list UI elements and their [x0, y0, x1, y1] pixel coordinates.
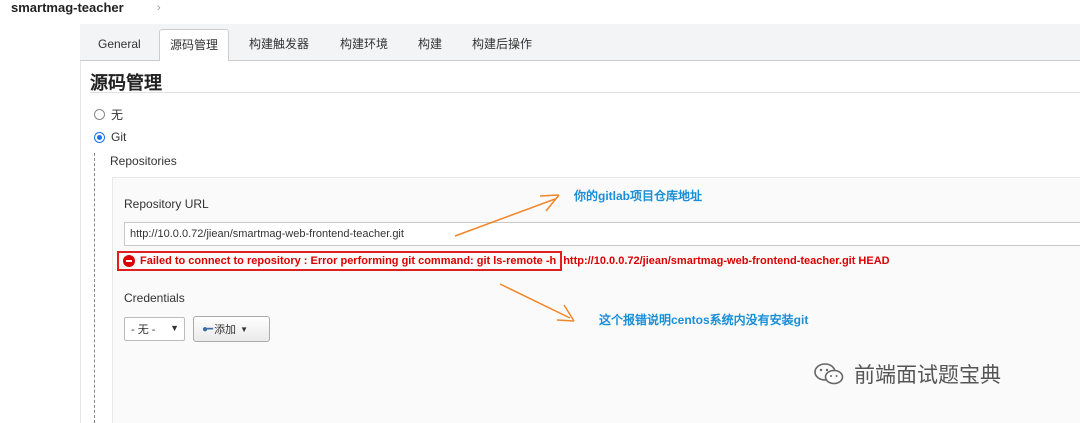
- chevron-down-icon: ▼: [170, 323, 179, 333]
- annotation-gitlab-url: 你的gitlab项目仓库地址: [574, 189, 702, 203]
- tab-general[interactable]: General: [88, 31, 151, 61]
- wechat-icon: [814, 363, 844, 385]
- annotation-error-explanation: 这个报错说明centos系统内没有安装git: [599, 313, 809, 327]
- repository-error-message: Failed to connect to repository : Error …: [117, 251, 890, 271]
- top-breadcrumb-bar: smartmag-teacher ›: [0, 0, 1080, 20]
- error-highlight-box: Failed to connect to repository : Error …: [117, 251, 563, 271]
- repository-url-label: Repository URL: [124, 197, 209, 211]
- watermark: 前端面试题宝典: [813, 359, 1001, 389]
- scm-option-git[interactable]: Git: [94, 130, 126, 144]
- radio-none[interactable]: [94, 109, 105, 120]
- add-credentials-button[interactable]: ●━ 添加 ▼: [193, 316, 270, 342]
- section-divider: [90, 92, 1080, 93]
- tab-build-environment[interactable]: 构建环境: [330, 31, 398, 61]
- error-text: Failed to connect to repository : Error …: [140, 255, 557, 267]
- credentials-select[interactable]: - 无 - ▼: [124, 317, 185, 341]
- tab-source-code-management[interactable]: 源码管理: [159, 29, 230, 62]
- project-name-link[interactable]: smartmag-teacher: [11, 0, 124, 15]
- radio-git-label: Git: [111, 130, 127, 144]
- caret-down-icon: ▼: [240, 324, 248, 334]
- add-credentials-label: 添加: [214, 324, 237, 336]
- radio-none-label: 无: [111, 108, 124, 122]
- scm-option-none[interactable]: 无: [94, 106, 123, 123]
- tab-build[interactable]: 构建: [408, 31, 452, 61]
- config-tab-bar: General 源码管理 构建触发器 构建环境 构建 构建后操作: [80, 24, 1080, 62]
- repository-url-input[interactable]: http://10.0.0.72/jiean/smartmag-web-fron…: [124, 222, 1080, 246]
- error-icon: [123, 255, 135, 267]
- error-url: http://10.0.0.72/jiean/smartmag-web-fron…: [563, 255, 890, 267]
- repositories-label: Repositories: [110, 154, 177, 168]
- tab-build-triggers[interactable]: 构建触发器: [239, 31, 319, 61]
- credentials-selected-value: - 无 -: [131, 324, 156, 336]
- radio-git[interactable]: [94, 131, 105, 143]
- breadcrumb-chevron-icon[interactable]: ›: [157, 2, 161, 14]
- key-icon: ●━: [202, 323, 213, 335]
- credentials-label: Credentials: [124, 291, 185, 305]
- git-section-guide: [94, 153, 95, 423]
- tab-post-build-actions[interactable]: 构建后操作: [462, 31, 542, 61]
- watermark-text: 前端面试题宝典: [854, 364, 1001, 387]
